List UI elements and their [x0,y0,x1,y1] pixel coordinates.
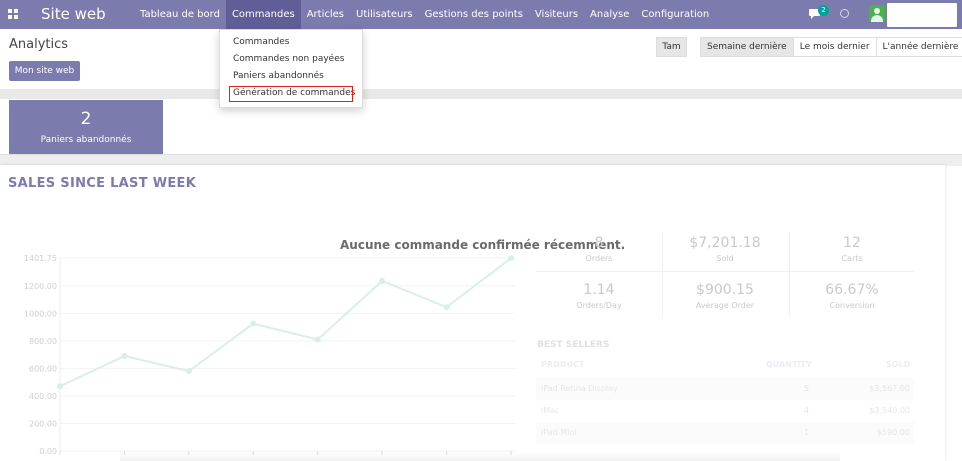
quantity-cell: 4 [804,406,810,415]
stat-cell: 1.14 Orders/Day [539,281,659,312]
data-point [57,383,63,390]
product-cell: iPad Mini [541,428,577,437]
kpi-value: 2 [80,109,92,129]
nav-item[interactable]: Analyse [584,0,635,29]
best-sellers-title: BEST SELLERS [537,340,610,350]
sales-title: SALES SINCE LAST WEEK [8,176,197,191]
stats-divider [536,271,914,272]
stat-label: Sold [716,254,734,263]
stat-label: Carts [841,254,863,263]
breadcrumb: Analytics [9,37,69,52]
col-header-sold: SOLD [886,360,911,369]
stat-value: 66.67% [825,282,879,298]
col-header-product: PRODUCT [541,360,585,369]
stat-cell: 66.67% Conversion [792,281,912,312]
nav-item[interactable]: Articles [301,0,350,29]
y-tick-label: 1401.75 [24,254,57,263]
stat-cell: 12 Carts [792,234,912,265]
col-header-quantity: QUANTITY [766,360,812,369]
tam-button[interactable]: Tam [656,37,687,57]
table-row: iPad Retina Display 5 $3,567.00 [536,378,914,400]
my-website-button[interactable]: Mon site web [9,61,80,81]
y-tick-label: 200.00 [29,419,57,428]
sold-cell: $3,567.00 [869,384,910,393]
series-line [59,257,512,388]
kpi-abandoned-carts[interactable]: 2 Paniers abandonnés [9,100,163,154]
top-navbar: Site web Tableau de bord Commandes Article… [0,0,962,29]
period-option[interactable]: Le mois dernier [792,37,877,57]
table-row: iMac 4 $3,540.00 [536,400,914,422]
stat-value: 8 [594,235,604,251]
data-point [121,352,128,359]
nav-item[interactable]: Commandes [225,0,301,29]
user-avatar[interactable] [869,5,885,22]
dropdown-item[interactable]: Commandes [233,37,289,47]
data-point [443,304,450,311]
stat-label: Conversion [829,301,875,310]
stat-label: Orders [585,254,613,263]
separator-band [0,89,962,99]
scroll-shadow [120,452,840,461]
app-brand[interactable]: Site web [41,4,106,24]
nav-item[interactable]: Configuration [635,0,715,29]
data-point [379,277,386,284]
nav-item[interactable]: Visiteurs [529,0,584,29]
data-point [508,255,514,262]
product-cell: iMac [541,406,560,415]
nav-item[interactable]: Gestions des points [419,0,529,29]
activity-clock-icon[interactable] [840,9,849,18]
sales-line-chart: 1401.75 1200.00 1000.00 800.00 600.00 400.00 2… [24,254,515,456]
nav-item[interactable]: Utilisateurs [350,0,419,29]
y-tick-label: 0.00 [39,447,57,456]
user-menu-field[interactable] [887,3,957,27]
stats-divider [789,232,790,317]
product-cell: iPad Retina Display [541,384,618,393]
period-option[interactable]: L'année dernière [875,37,962,57]
stats-divider [662,232,663,317]
data-point [185,368,192,375]
apps-grid-icon[interactable] [8,9,18,19]
dropdown-item[interactable]: Commandes non payées [233,54,344,64]
y-tick-label: 600.00 [29,364,57,373]
sold-cell: $590.00 [876,428,910,437]
stat-cell: $900.15 Average Order [665,281,785,312]
nav-item[interactable]: Tableau de bord [134,0,226,29]
data-point [250,320,257,327]
stat-value: $900.15 [696,282,754,298]
y-tick-label: 1000.00 [24,309,57,318]
quantity-cell: 1 [804,428,810,437]
y-tick-label: 1200.00 [24,282,57,291]
data-point [314,336,321,343]
main-menu: Tableau de bord Commandes Articles Utilisat… [134,0,715,29]
sold-cell: $3,540.00 [869,406,910,415]
stat-label: Orders/Day [576,301,622,310]
y-tick-label: 800.00 [29,337,57,346]
stat-value: 1.14 [583,282,615,298]
highlight-box [229,86,353,102]
chat-badge: 2 [818,5,829,16]
stat-label: Average Order [695,301,755,310]
stat-value: 12 [843,235,861,251]
stat-value: $7,201.18 [689,235,761,251]
stat-cell: 8 Orders [539,234,659,265]
quantity-cell: 5 [804,384,810,393]
dropdown-item[interactable]: Paniers abandonnés [233,71,324,81]
period-selector: Semaine dernière Le mois dernier L'année d… [700,37,962,57]
period-option[interactable]: Semaine dernière [700,37,794,57]
y-tick-label: 400.00 [29,392,57,401]
table-row: iPad Mini 1 $590.00 [536,422,914,444]
stat-cell: $7,201.18 Sold [665,234,785,265]
kpi-label: Paniers abandonnés [40,135,132,145]
